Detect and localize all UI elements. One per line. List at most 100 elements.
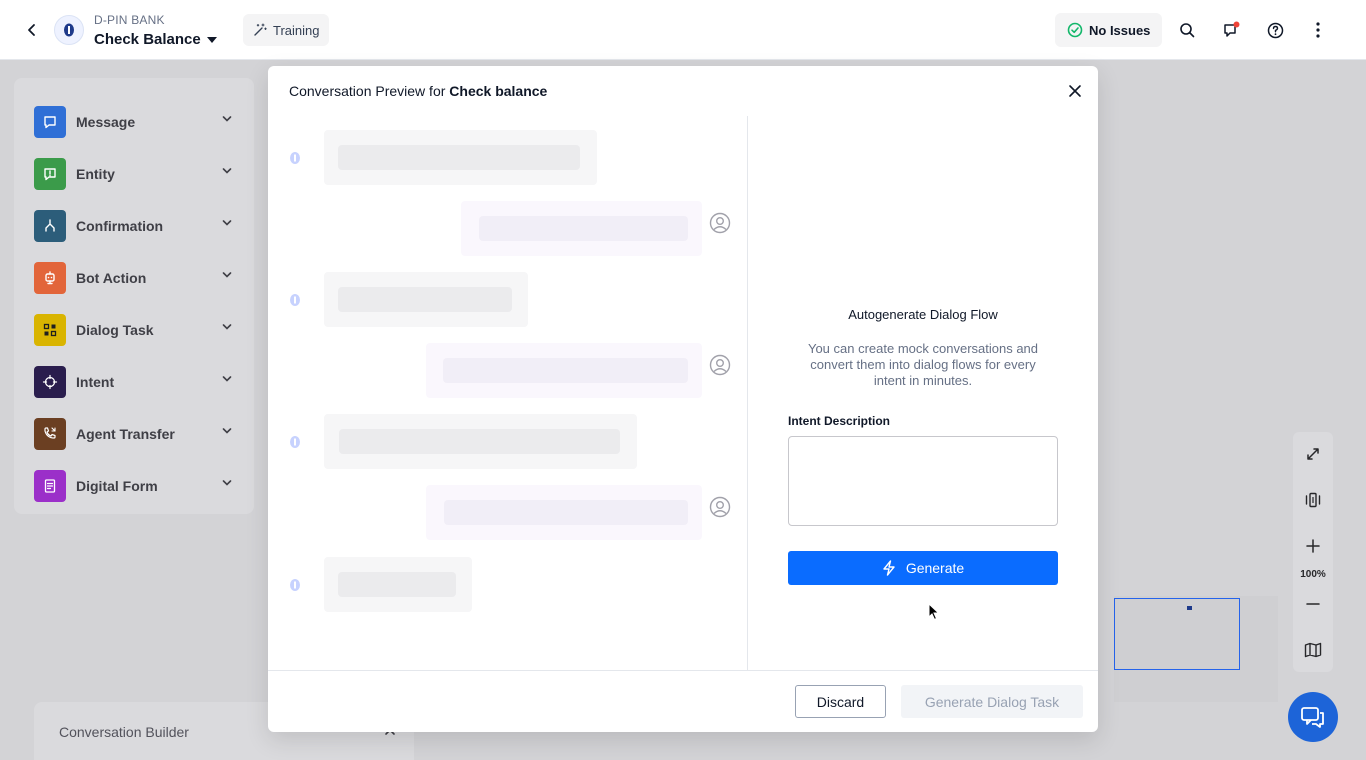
magic-wand-icon <box>254 23 267 36</box>
message-icon <box>34 106 66 138</box>
user-message-placeholder <box>426 485 702 540</box>
palette-item-label: Dialog Task <box>76 322 154 338</box>
intent-crosshair-icon <box>34 366 66 398</box>
minimap[interactable] <box>1114 596 1278 702</box>
skeleton-bar <box>338 145 580 170</box>
palette-item-entity[interactable]: Entity <box>14 148 254 200</box>
dialog-task-icon <box>34 314 66 346</box>
conversation-builder-label: Conversation Builder <box>59 724 189 740</box>
skeleton-bar <box>338 287 512 312</box>
check-circle-icon <box>1067 22 1083 38</box>
chevron-down-icon <box>222 428 232 434</box>
autogenerate-description: You can create mock conversations and co… <box>807 341 1039 388</box>
minimap-viewport[interactable] <box>1114 598 1240 670</box>
chevron-down-icon <box>222 116 232 122</box>
skeleton-bar <box>338 572 456 597</box>
palette-item-label: Message <box>76 114 136 130</box>
generate-label: Generate <box>905 560 965 576</box>
caret-down-icon <box>206 36 217 43</box>
chat-icon <box>1301 707 1324 728</box>
close-icon[interactable] <box>1065 81 1085 101</box>
bot-message-placeholder <box>324 414 637 469</box>
conversation-preview-modal: Conversation Preview for Check balance A… <box>268 66 1098 732</box>
chat-support-button[interactable] <box>1288 692 1338 742</box>
generate-button[interactable]: Generate <box>788 551 1058 585</box>
user-avatar-icon <box>709 212 731 234</box>
footer-divider <box>268 670 1098 671</box>
chevron-down-icon <box>222 168 232 174</box>
modal-title-intent: Check balance <box>449 83 548 99</box>
lightning-icon <box>883 560 895 576</box>
fit-to-screen-icon[interactable] <box>1293 480 1333 520</box>
palette-item-message[interactable]: Message <box>14 96 254 148</box>
bot-title: Check Balance <box>94 31 201 48</box>
user-message-placeholder <box>426 343 702 398</box>
bot-logo-icon <box>54 15 84 45</box>
generate-dialog-task-button[interactable]: Generate Dialog Task <box>901 685 1083 718</box>
zoom-out-icon[interactable] <box>1293 584 1333 624</box>
palette-item-label: Agent Transfer <box>76 426 175 442</box>
expand-icon[interactable] <box>1293 434 1333 474</box>
bot-workspace-name: D-PIN BANK <box>94 13 165 27</box>
form-icon <box>34 470 66 502</box>
palette-item-confirmation[interactable]: Confirmation <box>14 200 254 252</box>
chevron-down-icon <box>222 480 232 486</box>
palette-item-label: Intent <box>76 374 115 390</box>
palette-item-label: Digital Form <box>76 478 158 494</box>
chevron-down-icon <box>222 272 232 278</box>
status-badge[interactable]: No Issues <box>1055 13 1163 47</box>
minimap-node <box>1187 606 1192 610</box>
palette-item-intent[interactable]: Intent <box>14 356 254 408</box>
training-label: Training <box>273 22 320 38</box>
training-button[interactable]: Training <box>243 14 330 46</box>
modal-title-prefix: Conversation Preview for <box>289 83 450 99</box>
palette-item-digital-form[interactable]: Digital Form <box>14 460 254 512</box>
discard-button[interactable]: Discard <box>795 685 886 718</box>
canvas-toolbar: 100% <box>1293 432 1333 672</box>
skeleton-bar <box>339 429 620 454</box>
mouse-cursor-icon <box>928 603 940 621</box>
chevron-down-icon <box>222 324 232 330</box>
bot-message-placeholder <box>324 272 528 327</box>
chevron-down-icon <box>222 220 232 226</box>
palette-item-bot-action[interactable]: Bot Action <box>14 252 254 304</box>
skeleton-bar <box>443 358 688 383</box>
bot-title-dropdown[interactable]: Check Balance <box>94 31 217 48</box>
bot-avatar-icon <box>290 436 300 448</box>
notification-chat-icon[interactable] <box>1219 18 1243 42</box>
modal-title: Conversation Preview for Check balance <box>289 83 547 99</box>
minimap-toggle-icon[interactable] <box>1293 630 1333 670</box>
entity-icon <box>34 158 66 190</box>
skeleton-bar <box>479 216 688 241</box>
intent-description-input[interactable] <box>788 436 1058 526</box>
bot-action-icon <box>34 262 66 294</box>
user-message-placeholder <box>461 201 702 256</box>
user-avatar-icon <box>709 496 731 518</box>
phone-transfer-icon <box>34 418 66 450</box>
palette-item-label: Bot Action <box>76 270 147 286</box>
bot-avatar-icon <box>290 152 300 164</box>
skeleton-bar <box>444 500 688 525</box>
more-options-icon[interactable] <box>1306 18 1330 42</box>
zoom-level: 100% <box>1300 569 1326 580</box>
bot-avatar-icon <box>290 294 300 306</box>
bot-message-placeholder <box>324 130 597 185</box>
top-bar: D-PIN BANK Check Balance Training No Iss… <box>0 0 1366 60</box>
palette-item-label: Entity <box>76 166 115 182</box>
confirmation-icon <box>34 210 66 242</box>
back-arrow-icon[interactable] <box>20 18 44 42</box>
zoom-in-icon[interactable] <box>1293 526 1333 566</box>
bot-message-placeholder <box>324 557 472 612</box>
bot-avatar-icon <box>290 579 300 591</box>
palette-item-agent-transfer[interactable]: Agent Transfer <box>14 408 254 460</box>
help-icon[interactable] <box>1263 18 1287 42</box>
column-divider <box>747 116 748 670</box>
search-icon[interactable] <box>1175 18 1199 42</box>
node-palette: Message Entity Confirmation Bot Action D… <box>14 78 254 514</box>
chevron-down-icon <box>222 376 232 382</box>
palette-item-label: Confirmation <box>76 218 164 234</box>
intent-description-label: Intent Description <box>788 414 891 428</box>
autogenerate-title: Autogenerate Dialog Flow <box>848 307 998 322</box>
palette-item-dialog-task[interactable]: Dialog Task <box>14 304 254 356</box>
status-label: No Issues <box>1089 22 1151 38</box>
